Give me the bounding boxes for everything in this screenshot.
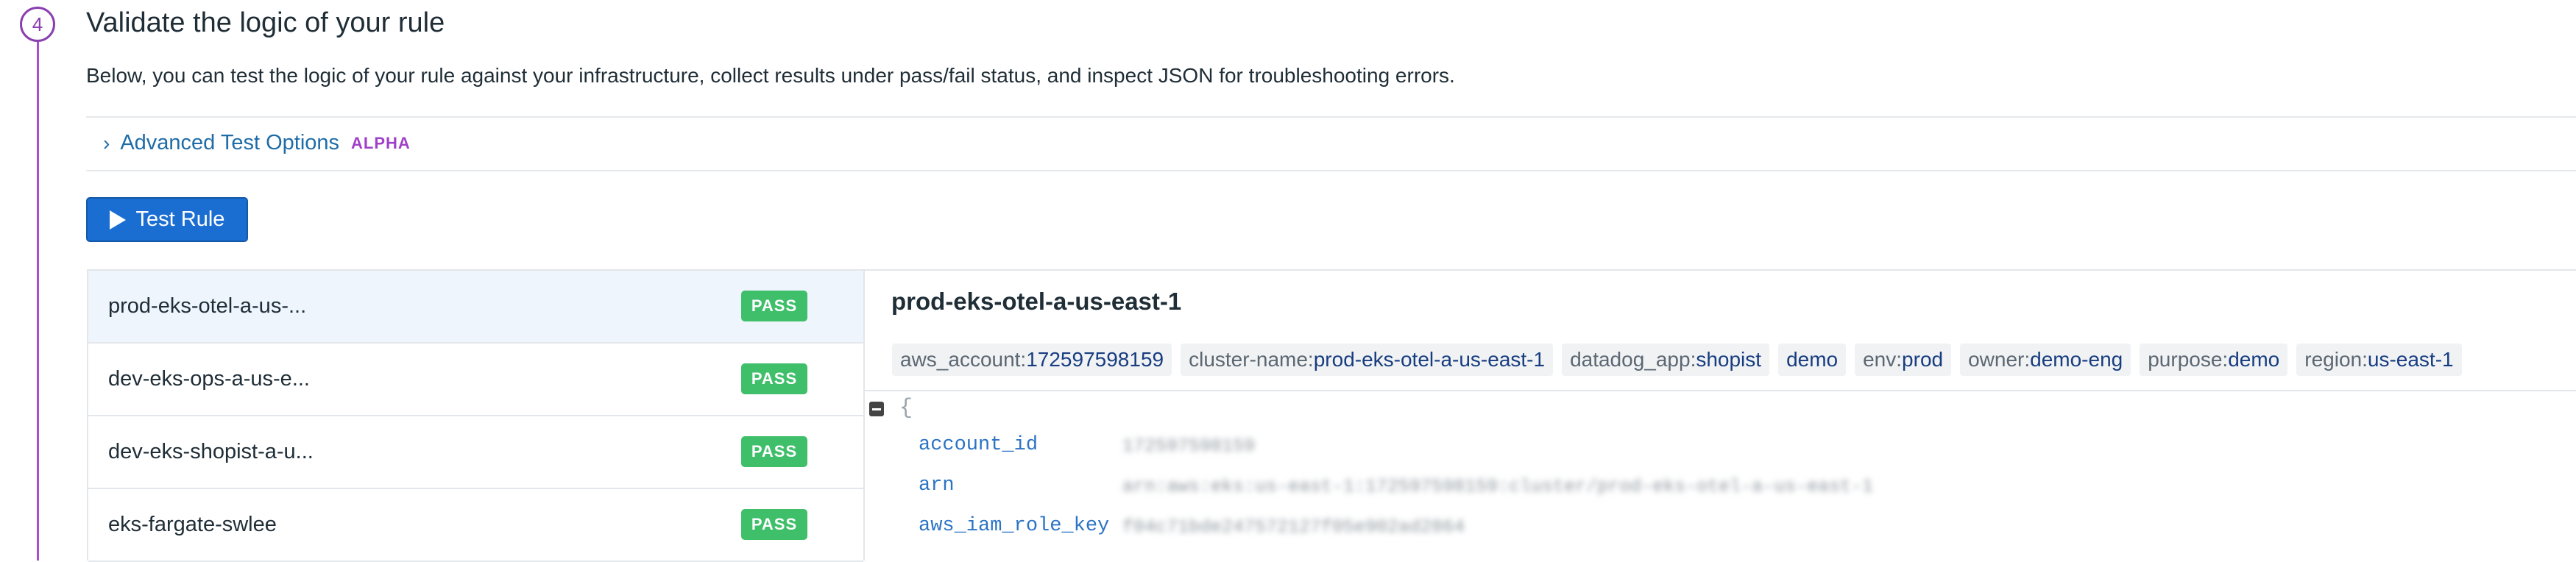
- step-description: Below, you can test the logic of your ru…: [86, 64, 1455, 87]
- tag-key: owner:: [1968, 348, 2031, 371]
- tag-value: demo: [1786, 348, 1839, 371]
- tag[interactable]: datadog_app:shopist: [1562, 344, 1770, 376]
- result-row[interactable]: eks-fargate-swlee PASS: [88, 489, 863, 562]
- advanced-test-options-toggle[interactable]: › Advanced Test Options ALPHA: [103, 131, 411, 155]
- json-value: arn:aws:eks:us-east-1:172597598159:clust…: [1122, 476, 1874, 497]
- page-title: Validate the logic of your rule: [86, 7, 445, 38]
- test-rule-label: Test Rule: [135, 207, 225, 231]
- tag-key: purpose:: [2148, 348, 2229, 371]
- tag-value: shopist: [1696, 348, 1762, 371]
- tag[interactable]: owner:demo-eng: [1960, 344, 2131, 376]
- tag[interactable]: cluster-name:prod-eks-otel-a-us-east-1: [1181, 344, 1554, 376]
- tag-value: prod-eks-otel-a-us-east-1: [1313, 348, 1546, 371]
- json-open-brace: {: [899, 396, 913, 421]
- test-rule-button[interactable]: Test Rule: [86, 197, 248, 242]
- result-name: prod-eks-otel-a-us-...: [108, 294, 307, 318]
- advanced-test-options-label: Advanced Test Options: [120, 131, 340, 154]
- detail-title: prod-eks-otel-a-us-east-1: [891, 288, 1182, 315]
- tag-key: aws_account:: [900, 348, 1027, 371]
- tag[interactable]: aws_account:172597598159: [892, 344, 1172, 376]
- json-key: arn: [919, 474, 955, 497]
- json-key: account_id: [919, 434, 1038, 456]
- result-row[interactable]: dev-eks-shopist-a-u... PASS: [88, 416, 863, 489]
- status-badge: PASS: [741, 509, 807, 540]
- tag[interactable]: purpose:demo: [2140, 344, 2288, 376]
- status-badge: PASS: [741, 291, 807, 321]
- status-badge: PASS: [741, 363, 807, 394]
- divider: [86, 170, 2576, 171]
- tag-value: demo: [2228, 348, 2280, 371]
- json-value: 172597598159: [1122, 435, 1256, 457]
- result-name: dev-eks-ops-a-us-e...: [108, 367, 310, 391]
- tag-key: datadog_app:: [1570, 348, 1696, 371]
- collapse-json-icon[interactable]: [869, 402, 884, 416]
- tag-value: demo-eng: [2030, 348, 2123, 371]
- status-badge: PASS: [741, 436, 807, 467]
- tag-key: cluster-name:: [1189, 348, 1314, 371]
- step-connector-line: [37, 42, 39, 561]
- divider: [86, 116, 2576, 118]
- result-row[interactable]: dev-eks-ops-a-us-e... PASS: [88, 344, 863, 416]
- divider: [865, 390, 2576, 391]
- tag-value: prod: [1902, 348, 1944, 371]
- tag-key: env:: [1863, 348, 1903, 371]
- tag-value: 172597598159: [1026, 348, 1164, 371]
- tag[interactable]: demo: [1778, 344, 1847, 376]
- tag-key: region:: [2304, 348, 2368, 371]
- result-row[interactable]: prod-eks-otel-a-us-... PASS: [88, 271, 863, 344]
- tag-list: aws_account:172597598159 cluster-name:pr…: [892, 344, 2462, 376]
- step-number-badge: 4: [20, 7, 55, 42]
- tag[interactable]: env:prod: [1855, 344, 1952, 376]
- chevron-right-icon: ›: [103, 131, 110, 154]
- result-name: dev-eks-shopist-a-u...: [108, 440, 314, 463]
- json-key: aws_iam_role_key: [919, 515, 1110, 537]
- detail-panel-border: [865, 269, 2576, 271]
- tag[interactable]: region:us-east-1: [2296, 344, 2462, 376]
- result-name: eks-fargate-swlee: [108, 513, 277, 536]
- json-value: f04c71bde247572127f05e902ad2864: [1122, 516, 1465, 538]
- tag-value: us-east-1: [2367, 348, 2454, 371]
- play-icon: [109, 210, 126, 230]
- alpha-badge: ALPHA: [351, 133, 411, 152]
- results-list: prod-eks-otel-a-us-... PASS dev-eks-ops-…: [87, 269, 865, 562]
